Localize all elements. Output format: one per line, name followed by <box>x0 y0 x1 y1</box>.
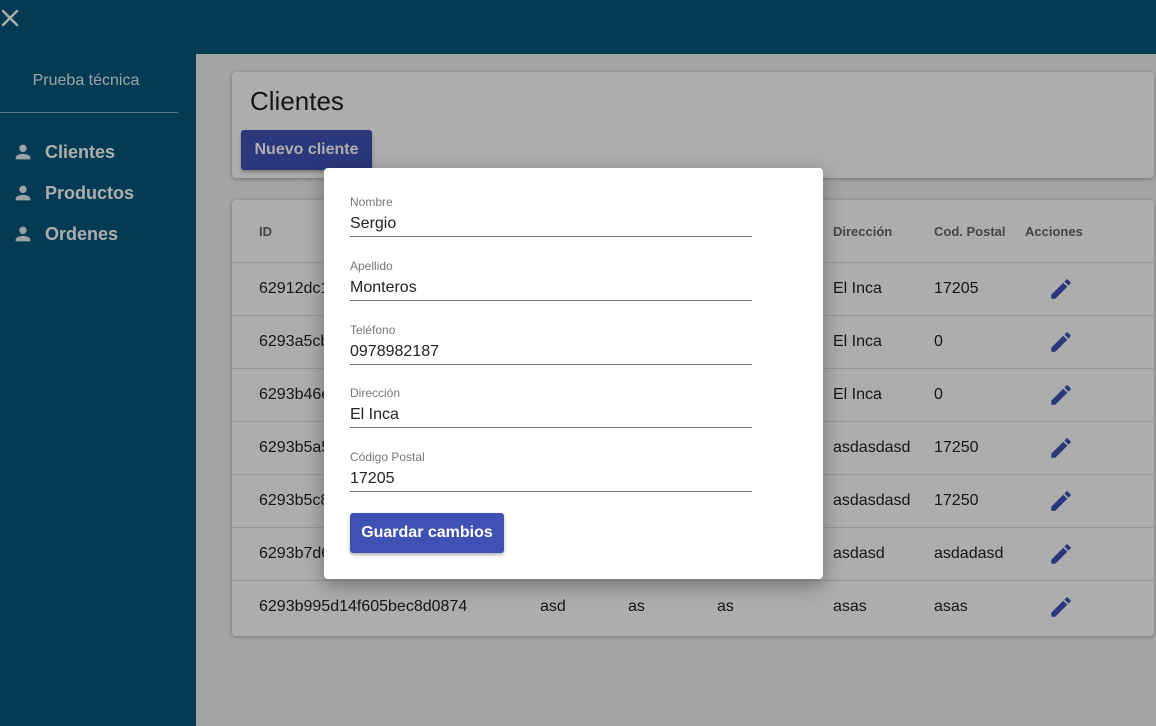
nombre-input[interactable] <box>350 211 752 237</box>
field-label: Dirección <box>350 386 401 400</box>
field-label: Teléfono <box>350 323 396 337</box>
direccion-field: Dirección <box>350 386 752 442</box>
apellido-input[interactable] <box>350 275 752 301</box>
save-changes-button[interactable]: Guardar cambios <box>350 513 504 553</box>
codigo-postal-input[interactable] <box>350 466 752 492</box>
field-label: Código Postal <box>350 450 425 464</box>
apellido-field: Apellido <box>350 259 752 315</box>
nombre-field: Nombre <box>350 195 752 251</box>
telefono-field: Teléfono <box>350 323 752 379</box>
direccion-input[interactable] <box>350 402 752 428</box>
codigo-postal-field: Código Postal <box>350 450 752 506</box>
telefono-input[interactable] <box>350 339 752 365</box>
field-label: Apellido <box>350 259 393 273</box>
edit-client-dialog: Nombre Apellido Teléfono Dirección Códig… <box>324 168 823 579</box>
field-label: Nombre <box>350 195 393 209</box>
